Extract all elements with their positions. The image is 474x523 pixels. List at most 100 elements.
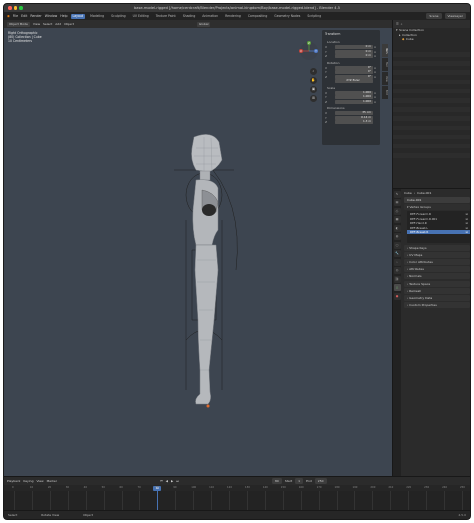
tab-animation[interactable]: Animation xyxy=(200,14,220,19)
keying-menu[interactable]: Keying xyxy=(23,479,33,483)
zoom-icon[interactable]: ⌕ xyxy=(310,68,317,75)
material-icon[interactable]: ● xyxy=(393,292,401,300)
timeline-tick-label: 220 xyxy=(406,486,412,489)
outliner-row-cube[interactable]: ◆ Cube xyxy=(393,37,470,42)
mesh-name-field[interactable]: Cube.001 xyxy=(404,197,470,203)
blender-logo-icon[interactable]: ◉ xyxy=(7,14,10,18)
lock-icon[interactable]: ⊡ xyxy=(373,66,377,70)
rotation-mode-row: XYZ Euler xyxy=(322,79,380,84)
properties-editor[interactable]: ✎ ▤ ⎙ ▦ ◐ ◍ ▢ 🔧 ∴ ◎ ⛓ △ ● Cube › Cube.00… xyxy=(392,188,470,476)
tab-layout[interactable]: Layout xyxy=(70,13,86,19)
lock-icon[interactable]: ⊡ xyxy=(373,54,377,58)
play-reverse-icon[interactable]: ◀ xyxy=(166,479,168,483)
3d-viewport[interactable]: Object Mode View Select Add Object Globa… xyxy=(4,20,392,476)
view-layer-icon[interactable]: ▦ xyxy=(393,216,401,223)
start-frame-field[interactable]: 1 xyxy=(295,478,304,484)
menu-file[interactable]: File xyxy=(13,14,18,18)
timeline-tick-label: 10 xyxy=(29,486,34,489)
lock-icon[interactable]: ⊡ xyxy=(373,91,377,95)
custom-properties-section[interactable]: › Custom Properties xyxy=(404,302,470,309)
tab-texture-paint[interactable]: Texture Paint xyxy=(154,14,178,19)
shape-keys-section[interactable]: › Shape Keys xyxy=(404,244,470,251)
remesh-section[interactable]: › Remesh xyxy=(404,287,470,294)
menu-edit[interactable]: Edit xyxy=(21,14,27,18)
menu-render[interactable]: Render xyxy=(30,14,41,18)
scale-z-field[interactable]: 1.000 xyxy=(335,99,373,104)
properties-body: Cube › Cube.001 Cube.001 ▾ Vertex Groups… xyxy=(402,189,470,476)
lock-icon[interactable]: ⊡ xyxy=(373,50,377,54)
timeline-tick-label: 230 xyxy=(424,486,430,489)
tab-scripting[interactable]: Scripting xyxy=(305,14,323,19)
top-bar: ◉ File Edit Render Window Help Layout Mo… xyxy=(4,12,470,20)
collection-expand-icon[interactable]: ▸ xyxy=(399,33,401,37)
camera-icon[interactable]: ▣ xyxy=(310,86,317,93)
lock-icon[interactable]: ⊡ xyxy=(373,75,377,79)
particles-icon[interactable]: ∴ xyxy=(393,258,401,266)
render-icon[interactable]: ▤ xyxy=(393,199,401,206)
end-frame-field[interactable]: 250 xyxy=(314,478,327,484)
uv-maps-section[interactable]: › UV Maps xyxy=(404,251,470,258)
sidebar-tab-item[interactable]: Item xyxy=(382,44,388,57)
tab-uv-editing[interactable]: UV Editing xyxy=(131,14,151,19)
constraints-icon[interactable]: ⛓ xyxy=(393,275,401,283)
normals-section[interactable]: › Normals xyxy=(404,273,470,280)
modifier-icon[interactable]: 🔧 xyxy=(393,250,401,257)
lock-icon[interactable]: ⊡ xyxy=(373,70,377,74)
color-attributes-section[interactable]: › Color Attributes xyxy=(404,258,470,265)
sidebar-tab-edit[interactable]: Edit xyxy=(382,86,388,99)
section-label: Attributes xyxy=(409,267,424,272)
hand-icon[interactable]: ✋ xyxy=(310,77,317,84)
tab-shading[interactable]: Shading xyxy=(181,14,198,19)
navigation-gizmo[interactable]: Z X Y xyxy=(298,40,320,62)
lock-icon[interactable]: ⊡ xyxy=(373,45,377,49)
lock-icon[interactable]: ⊡ xyxy=(373,95,377,99)
timeline[interactable]: Playback Keying View Marker ⏮ ◀ ▶ ⏭ 80 S… xyxy=(4,476,470,513)
axis-label: Y xyxy=(325,49,327,54)
jump-start-icon[interactable]: ⏮ xyxy=(160,479,163,483)
sidebar-tab-tool[interactable]: Tool xyxy=(382,58,388,71)
tab-rendering[interactable]: Rendering xyxy=(223,14,243,19)
tool-icon[interactable]: ✎ xyxy=(393,190,401,198)
scene-icon[interactable]: ◐ xyxy=(393,224,401,232)
location-z-field[interactable]: 0 m xyxy=(335,54,373,59)
jump-end-icon[interactable]: ⏭ xyxy=(176,479,179,483)
physics-icon[interactable]: ◎ xyxy=(393,267,401,274)
menu-window[interactable]: Window xyxy=(45,14,58,18)
tab-sculpting[interactable]: Sculpting xyxy=(109,14,127,19)
marker-menu[interactable]: Marker xyxy=(47,479,57,483)
world-icon[interactable]: ◍ xyxy=(393,233,401,240)
rotation-mode-dropdown[interactable]: XYZ Euler xyxy=(335,79,373,84)
view-menu[interactable]: View xyxy=(36,479,43,483)
viewport-navigation-tools: ⌕ ✋ ▣ ⊞ xyxy=(310,68,318,104)
current-frame-field[interactable]: 80 xyxy=(272,478,282,484)
list-item[interactable]: DEF-Breast.R ⊡ xyxy=(407,229,470,235)
tab-geometry-nodes[interactable]: Geometry Nodes xyxy=(272,14,302,19)
geometry-data-section[interactable]: › Geometry Data xyxy=(404,294,470,301)
vertex-group-list[interactable]: DEF-Forearm.R ⊡ DEF-Forearm.R.001 ⊡ DEF-Ha… xyxy=(407,211,470,244)
outliner-search-icon[interactable]: ⌕ xyxy=(401,22,403,26)
vertex-groups-section[interactable]: ▾ Vertex Groups xyxy=(404,204,470,211)
tab-modeling[interactable]: Modeling xyxy=(88,14,106,19)
dimensions-z-field[interactable]: 1.3 m xyxy=(335,120,373,125)
axis-label: Y xyxy=(325,115,327,120)
output-icon[interactable]: ⎙ xyxy=(393,207,401,215)
tab-compositing[interactable]: Compositing xyxy=(246,14,269,19)
attributes-section[interactable]: › Attributes xyxy=(404,266,470,273)
play-icon[interactable]: ▶ xyxy=(171,479,173,483)
timeline-tick-label: 210 xyxy=(388,486,394,489)
lock-icon[interactable]: ⊡ xyxy=(373,100,377,104)
outliner-display-mode-icon[interactable]: ☰ xyxy=(396,22,399,26)
grid-icon[interactable]: ⊞ xyxy=(310,95,317,102)
playback-menu[interactable]: Playback xyxy=(7,479,20,483)
scene-selector[interactable]: Scene xyxy=(426,13,442,19)
object-icon[interactable]: ▢ xyxy=(393,241,401,249)
sidebar-tab-view[interactable]: View xyxy=(382,72,388,85)
lock-icon[interactable]: ⊡ xyxy=(466,230,468,234)
dimensions-z-row: Z 1.3 m xyxy=(322,120,380,125)
view-layer-selector[interactable]: ViewLayer xyxy=(444,13,466,19)
outliner[interactable]: ☰ ⌕ ▾ Scene Collection ▸ Collection ◆ Cu… xyxy=(392,20,470,188)
data-icon[interactable]: △ xyxy=(393,284,401,291)
collection-expand-icon[interactable]: ▾ xyxy=(396,28,398,32)
menu-help[interactable]: Help xyxy=(60,14,67,18)
texture-space-section[interactable]: › Texture Space xyxy=(404,280,470,287)
